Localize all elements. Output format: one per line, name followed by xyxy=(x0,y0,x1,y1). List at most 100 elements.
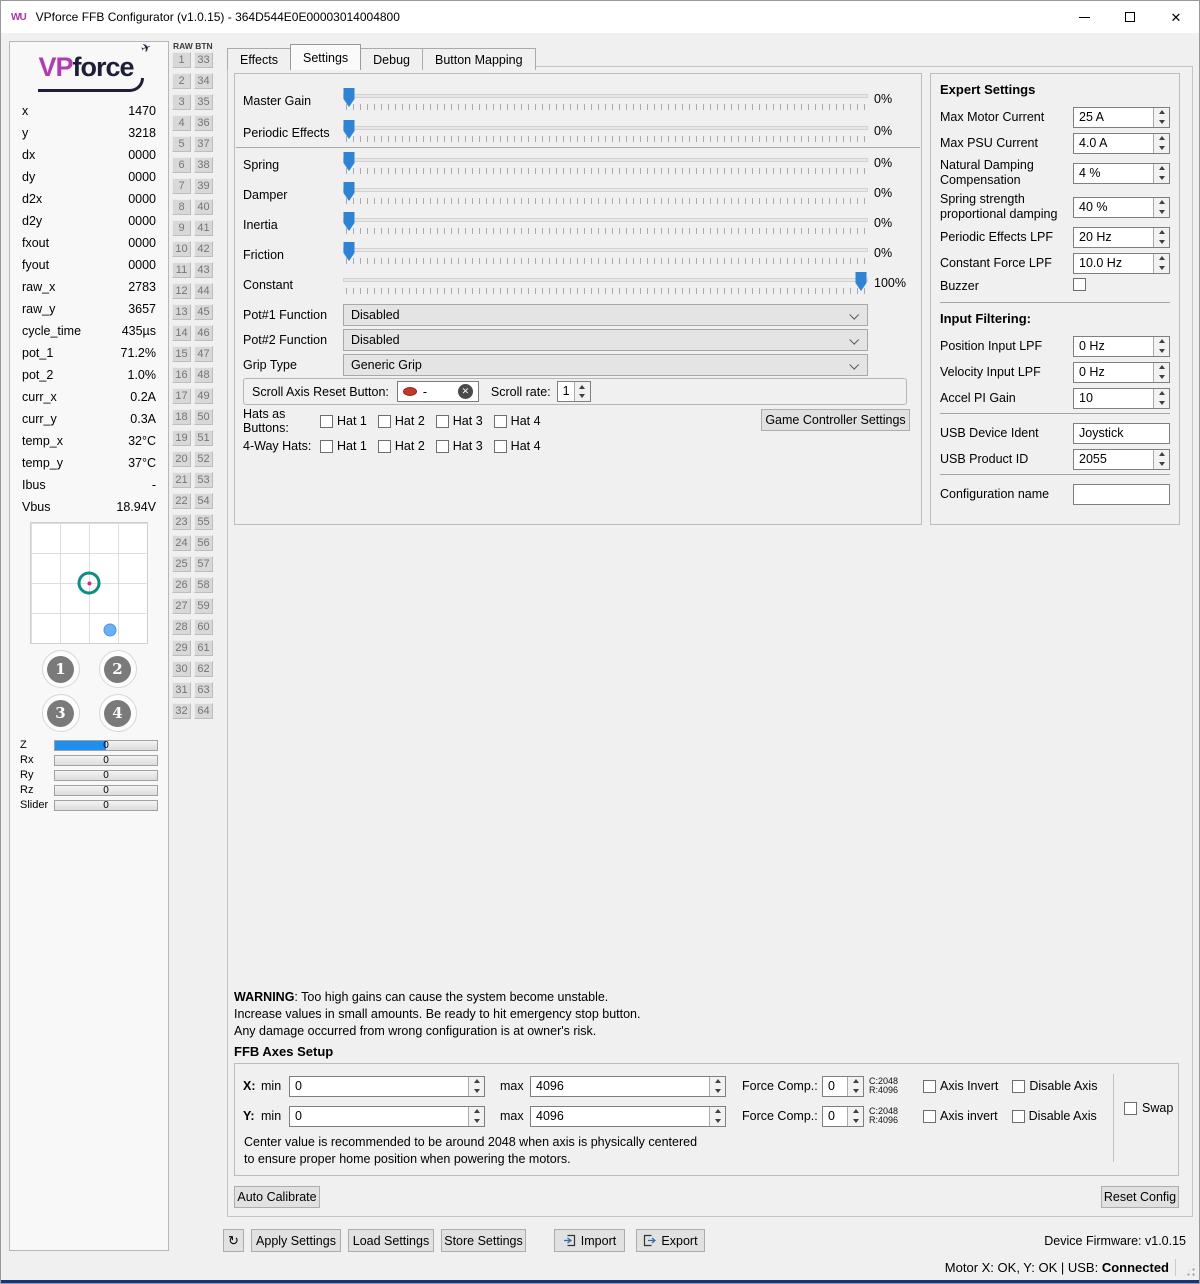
hat-checkbox[interactable]: Hat 2 xyxy=(378,439,425,453)
checkbox[interactable] xyxy=(378,415,391,428)
raw-button[interactable]: 4 xyxy=(172,115,191,131)
raw-button[interactable]: 36 xyxy=(194,115,213,131)
raw-button[interactable]: 45 xyxy=(194,304,213,320)
auto-calibrate-button[interactable]: Auto Calibrate xyxy=(234,1186,320,1208)
raw-button[interactable]: 63 xyxy=(194,682,213,698)
disable-axis-checkbox[interactable]: Disable Axis xyxy=(1012,1079,1097,1093)
maximize-button[interactable] xyxy=(1107,1,1153,33)
minimize-button[interactable] xyxy=(1061,1,1107,33)
dropdown[interactable]: Disabled xyxy=(343,304,868,326)
export-button[interactable]: Export xyxy=(636,1229,705,1252)
raw-button[interactable]: 57 xyxy=(194,556,213,572)
raw-button[interactable]: 48 xyxy=(194,367,213,383)
configuration-name-field[interactable] xyxy=(1073,484,1170,505)
raw-button[interactable]: 37 xyxy=(194,136,213,152)
axis-max-spinbox[interactable]: 4096 xyxy=(530,1106,726,1127)
raw-button[interactable]: 31 xyxy=(172,682,191,698)
filter-spinbox[interactable]: 10 xyxy=(1073,388,1170,409)
expert-spinbox[interactable]: 20 Hz xyxy=(1073,227,1170,248)
raw-button[interactable]: 8 xyxy=(172,199,191,215)
raw-button[interactable]: 18 xyxy=(172,409,191,425)
hat-checkbox[interactable]: Hat 4 xyxy=(494,414,541,428)
raw-button[interactable]: 56 xyxy=(194,535,213,551)
force-comp-spinbox[interactable]: 0 xyxy=(822,1106,864,1127)
scroll-rate-spinbox[interactable]: 1 xyxy=(557,381,591,402)
raw-button[interactable]: 21 xyxy=(172,472,191,488)
close-button[interactable]: ✕ xyxy=(1153,1,1199,33)
swap-checkbox[interactable]: Swap xyxy=(1124,1101,1173,1115)
buzzer-checkbox[interactable] xyxy=(1073,278,1086,291)
reset-config-button[interactable]: Reset Config xyxy=(1101,1186,1179,1208)
raw-button[interactable]: 60 xyxy=(194,619,213,635)
raw-button[interactable]: 5 xyxy=(172,136,191,152)
raw-button[interactable]: 14 xyxy=(172,325,191,341)
checkbox[interactable] xyxy=(494,440,507,453)
apply-settings-button[interactable]: Apply Settings xyxy=(251,1229,341,1252)
expert-spinbox[interactable]: 25 A xyxy=(1073,107,1170,128)
clear-icon[interactable]: ✕ xyxy=(458,384,473,399)
hat-checkbox[interactable]: Hat 3 xyxy=(436,439,483,453)
hat-checkbox[interactable]: Hat 2 xyxy=(378,414,425,428)
tab-button-mapping[interactable]: Button Mapping xyxy=(422,48,536,70)
hat-checkbox[interactable]: Hat 1 xyxy=(320,414,367,428)
raw-button[interactable]: 32 xyxy=(172,703,191,719)
raw-button[interactable]: 17 xyxy=(172,388,191,404)
raw-button[interactable]: 39 xyxy=(194,178,213,194)
filter-spinbox[interactable]: 0 Hz xyxy=(1073,336,1170,357)
raw-button[interactable]: 49 xyxy=(194,388,213,404)
slider[interactable] xyxy=(343,120,868,150)
raw-button[interactable]: 29 xyxy=(172,640,191,656)
raw-button[interactable]: 50 xyxy=(194,409,213,425)
checkbox[interactable] xyxy=(494,415,507,428)
raw-button[interactable]: 26 xyxy=(172,577,191,593)
raw-button[interactable]: 64 xyxy=(194,703,213,719)
store-settings-button[interactable]: Store Settings xyxy=(441,1229,526,1252)
checkbox[interactable] xyxy=(436,415,449,428)
raw-button[interactable]: 24 xyxy=(172,535,191,551)
raw-button[interactable]: 59 xyxy=(194,598,213,614)
tab-effects[interactable]: Effects xyxy=(227,48,291,70)
expert-spinbox[interactable]: 4.0 A xyxy=(1073,133,1170,154)
checkbox[interactable] xyxy=(378,440,391,453)
raw-button[interactable]: 16 xyxy=(172,367,191,383)
checkbox[interactable] xyxy=(436,440,449,453)
scroll-axis-reset-button-picker[interactable]: - ✕ xyxy=(397,381,479,402)
force-comp-spinbox[interactable]: 0 xyxy=(822,1076,864,1097)
raw-button[interactable]: 61 xyxy=(194,640,213,656)
raw-button[interactable]: 22 xyxy=(172,493,191,509)
slider[interactable] xyxy=(343,272,868,302)
raw-button[interactable]: 25 xyxy=(172,556,191,572)
import-button[interactable]: Import xyxy=(554,1229,625,1252)
raw-button[interactable]: 41 xyxy=(194,220,213,236)
usb-device-ident-field[interactable]: Joystick xyxy=(1073,423,1170,444)
raw-button[interactable]: 40 xyxy=(194,199,213,215)
checkbox[interactable] xyxy=(1012,1080,1025,1093)
usb-product-id-spinbox[interactable]: 2055 xyxy=(1073,449,1170,470)
raw-button[interactable]: 3 xyxy=(172,94,191,110)
raw-button[interactable]: 55 xyxy=(194,514,213,530)
expert-spinbox[interactable]: 10.0 Hz xyxy=(1073,253,1170,274)
raw-button[interactable]: 23 xyxy=(172,514,191,530)
hat-checkbox[interactable]: Hat 3 xyxy=(436,414,483,428)
raw-button[interactable]: 35 xyxy=(194,94,213,110)
disable-axis-checkbox[interactable]: Disable Axis xyxy=(1012,1109,1097,1123)
resize-grip[interactable] xyxy=(1182,1263,1196,1277)
checkbox[interactable] xyxy=(320,415,333,428)
hat-checkbox[interactable]: Hat 1 xyxy=(320,439,367,453)
tab-settings[interactable]: Settings xyxy=(290,44,361,70)
raw-button[interactable]: 1 xyxy=(172,52,191,68)
raw-button[interactable]: 7 xyxy=(172,178,191,194)
checkbox[interactable] xyxy=(1124,1102,1137,1115)
slider[interactable] xyxy=(343,182,868,212)
expert-spinbox[interactable]: 40 % xyxy=(1073,197,1170,218)
slider[interactable] xyxy=(343,88,868,118)
checkbox[interactable] xyxy=(320,440,333,453)
dropdown[interactable]: Disabled xyxy=(343,329,868,351)
raw-button[interactable]: 62 xyxy=(194,661,213,677)
raw-button[interactable]: 52 xyxy=(194,451,213,467)
raw-button[interactable]: 46 xyxy=(194,325,213,341)
checkbox[interactable] xyxy=(923,1110,936,1123)
raw-button[interactable]: 10 xyxy=(172,241,191,257)
raw-button[interactable]: 27 xyxy=(172,598,191,614)
slider[interactable] xyxy=(343,212,868,242)
